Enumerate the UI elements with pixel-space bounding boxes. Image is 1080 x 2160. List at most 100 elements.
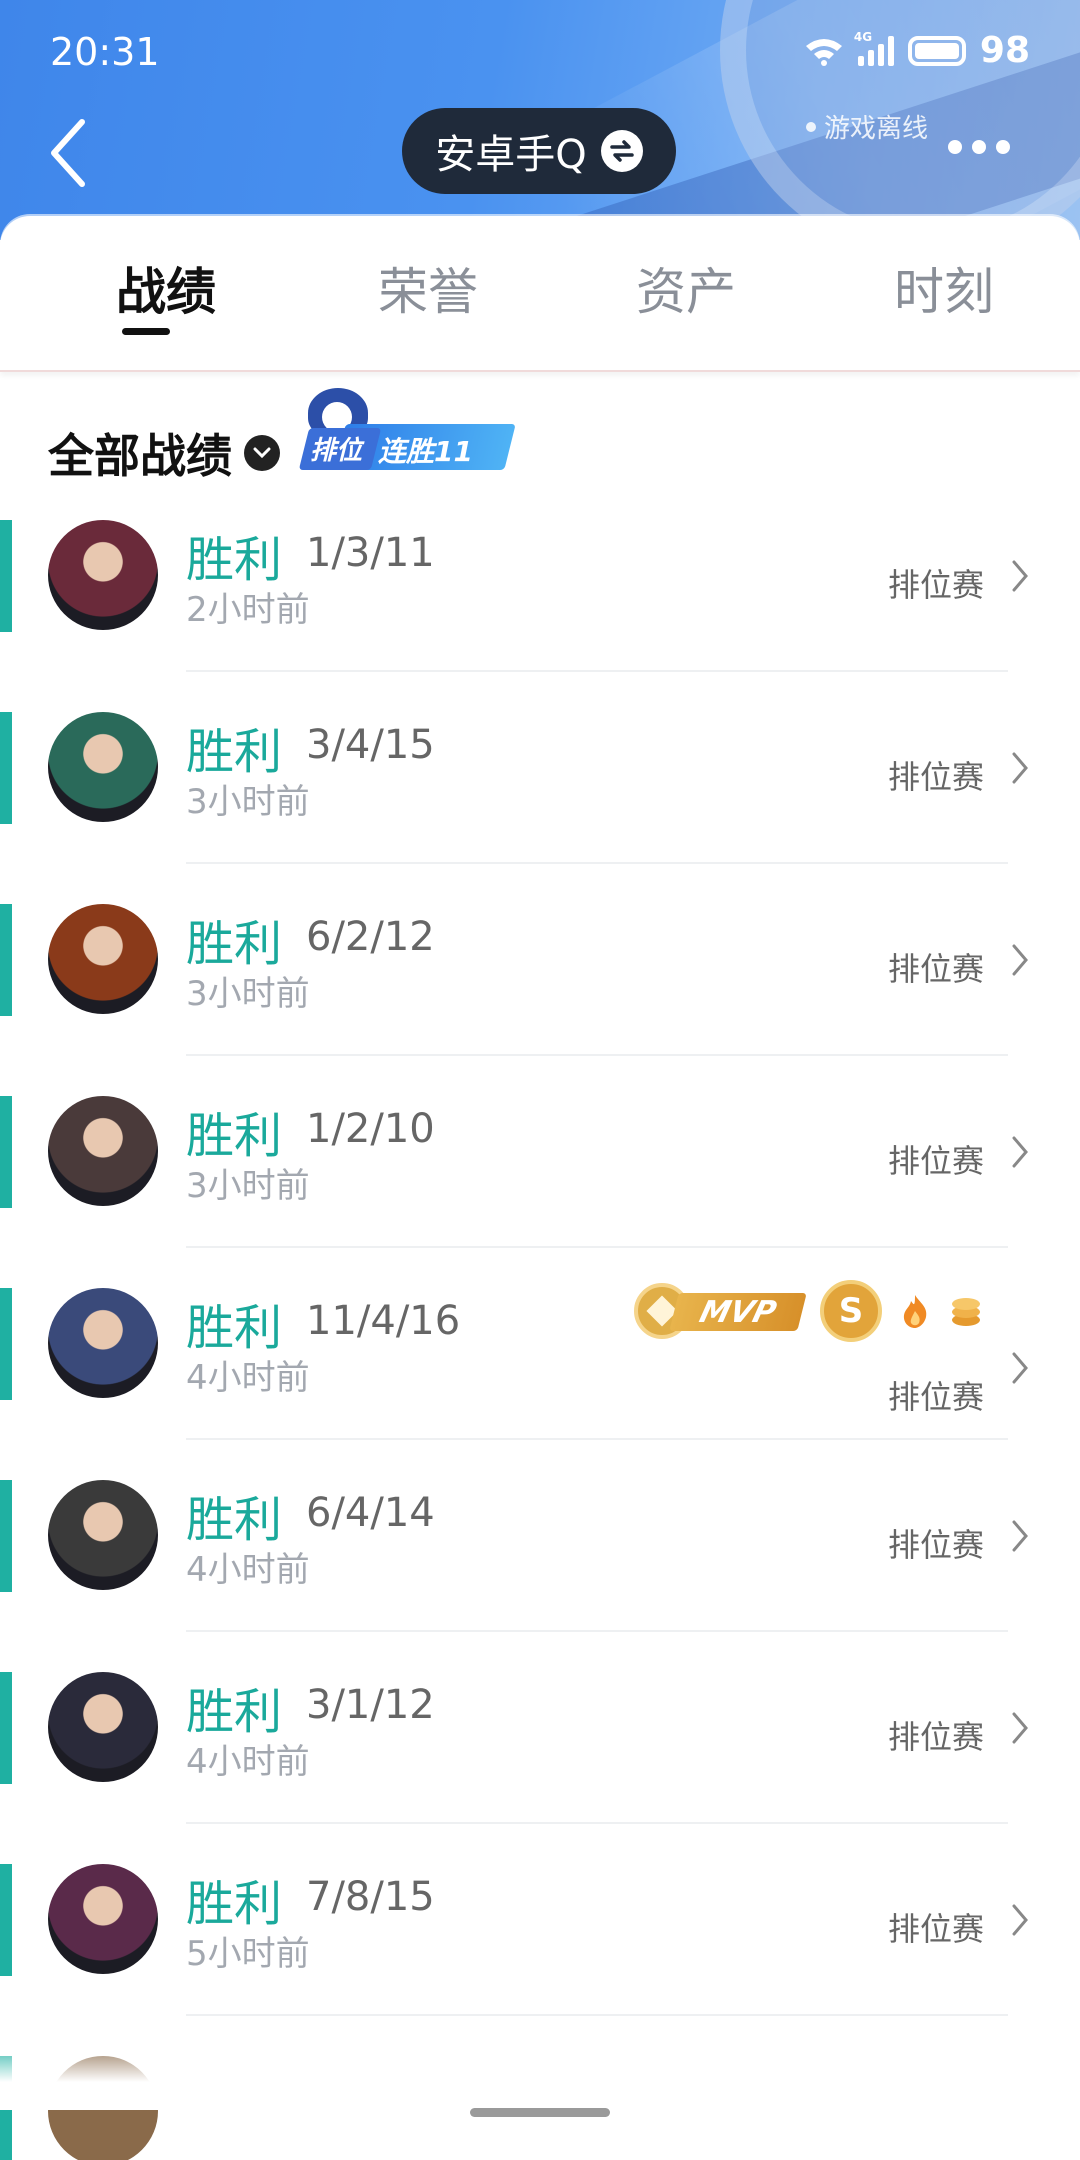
match-row[interactable]: 胜利 11/4/16 4小时前 MVP S 排位赛 xyxy=(0,1280,1080,1472)
game-status: 游戏离线 xyxy=(806,108,928,145)
chevron-right-icon xyxy=(1012,752,1028,784)
chevron-right-icon xyxy=(1012,944,1028,976)
flame-icon xyxy=(903,1295,927,1328)
match-kda: 1/3/11 xyxy=(306,530,435,576)
status-time: 20:31 xyxy=(50,30,160,74)
mvp-badge: MVP xyxy=(634,1283,807,1339)
chevron-right-icon xyxy=(1012,1352,1028,1384)
match-result: 胜利 xyxy=(186,1684,283,1740)
match-kda: 6/2/12 xyxy=(306,914,435,960)
dot-icon xyxy=(996,140,1010,154)
match-time-ago: 3小时前 xyxy=(186,974,310,1014)
match-row[interactable]: 胜利 6/2/12 3小时前 排位赛 xyxy=(0,896,1080,1088)
streak-ranked-label: 排位 xyxy=(310,436,363,466)
match-row[interactable]: 胜利 3/1/12 4小时前 排位赛 xyxy=(0,1664,1080,1856)
match-mode: 排位赛 xyxy=(887,566,984,604)
section-title: 全部战绩 xyxy=(48,429,232,483)
win-streak-badge: 排位 连胜11 xyxy=(298,384,516,470)
match-row[interactable]: 胜利 1/2/10 3小时前 排位赛 xyxy=(0,1088,1080,1280)
chevron-right-icon xyxy=(1012,1136,1028,1168)
match-time-ago: 4小时前 xyxy=(186,1358,310,1398)
win-indicator-bar xyxy=(0,1672,12,1784)
list-fade xyxy=(0,2040,1080,2110)
win-indicator-bar xyxy=(0,1096,12,1208)
match-row[interactable]: 胜利 7/8/15 5小时前 排位赛 xyxy=(0,1856,1080,2048)
tab-records[interactable]: 战绩 xyxy=(116,252,216,324)
status-bar: 20:31 4G 98 xyxy=(0,0,1080,108)
active-tab-indicator xyxy=(122,328,170,335)
win-indicator-bar xyxy=(0,1288,12,1400)
match-result: 胜利 xyxy=(186,916,283,972)
hero-avatar xyxy=(48,1096,158,1206)
hero-avatar xyxy=(48,904,158,1014)
match-kda: 7/8/15 xyxy=(306,1874,435,1920)
account-switcher-button[interactable]: 安卓手Q xyxy=(402,108,676,194)
match-badges: MVP S xyxy=(634,1280,984,1342)
divider xyxy=(186,1054,1008,1056)
more-options-button[interactable] xyxy=(948,140,1010,154)
win-indicator-bar xyxy=(0,520,12,632)
match-result: 胜利 xyxy=(186,1876,283,1932)
divider xyxy=(186,670,1008,672)
match-mode: 排位赛 xyxy=(887,1378,984,1416)
tab-bar: 战绩 荣誉 资产 时刻 xyxy=(0,216,1080,372)
divider xyxy=(186,862,1008,864)
match-row[interactable]: 胜利 6/4/14 4小时前 排位赛 xyxy=(0,1472,1080,1664)
chevron-down-icon xyxy=(244,435,280,471)
divider xyxy=(186,2014,1008,2016)
match-time-ago: 4小时前 xyxy=(186,1550,310,1590)
streak-count-label: 连胜11 xyxy=(378,435,473,468)
divider xyxy=(186,1630,1008,1632)
records-filter-dropdown[interactable]: 全部战绩 xyxy=(48,420,280,486)
match-mode: 排位赛 xyxy=(887,1142,984,1180)
match-time-ago: 3小时前 xyxy=(186,1166,310,1206)
status-icons: 4G 98 xyxy=(804,30,1030,71)
match-list: 胜利 1/3/11 2小时前 排位赛 胜利 3/4/15 3小时前 排位赛 胜利… xyxy=(0,512,1080,2160)
mvp-label: MVP xyxy=(669,1293,807,1331)
match-kda: 3/1/12 xyxy=(306,1682,435,1728)
match-kda: 3/4/15 xyxy=(306,722,435,768)
network-type: 4G xyxy=(853,29,873,44)
match-result: 胜利 xyxy=(186,1492,283,1548)
win-indicator-bar xyxy=(0,1480,12,1592)
hero-avatar xyxy=(48,1288,158,1398)
match-row[interactable]: 胜利 3/4/15 3小时前 排位赛 xyxy=(0,704,1080,896)
wifi-icon xyxy=(805,38,842,66)
match-result: 胜利 xyxy=(186,1300,283,1356)
tab-honor[interactable]: 荣誉 xyxy=(378,252,478,324)
status-dot-icon xyxy=(806,121,816,132)
swap-icon xyxy=(600,130,643,172)
s-rating-badge: S xyxy=(820,1280,882,1342)
hero-avatar xyxy=(48,1864,158,1974)
account-name: 安卓手Q xyxy=(435,132,587,178)
battery-icon xyxy=(907,35,966,66)
tab-assets[interactable]: 资产 xyxy=(636,252,736,324)
page: { "status_bar": {"time": "20:31", "batte… xyxy=(0,0,1080,2160)
offline-label: 游戏离线 xyxy=(824,114,929,144)
win-indicator-bar xyxy=(0,712,12,824)
chevron-right-icon xyxy=(1012,1904,1028,1936)
divider xyxy=(186,1822,1008,1824)
match-kda: 6/4/14 xyxy=(306,1490,435,1536)
match-mode: 排位赛 xyxy=(887,758,984,796)
match-kda: 11/4/16 xyxy=(306,1298,461,1344)
dot-icon xyxy=(948,140,962,154)
divider xyxy=(186,1438,1008,1440)
match-time-ago: 5小时前 xyxy=(186,1934,310,1974)
chevron-right-icon xyxy=(1012,1520,1028,1552)
match-time-ago: 3小时前 xyxy=(186,782,310,822)
tab-moments[interactable]: 时刻 xyxy=(894,252,994,324)
home-indicator[interactable] xyxy=(470,2108,610,2117)
match-row[interactable]: 胜利 1/3/11 2小时前 排位赛 xyxy=(0,512,1080,704)
match-time-ago: 2小时前 xyxy=(186,590,310,630)
win-indicator-bar xyxy=(0,904,12,1016)
match-result: 胜利 xyxy=(186,724,283,780)
hero-avatar xyxy=(48,520,158,630)
hero-avatar xyxy=(48,1672,158,1782)
battery-level: 98 xyxy=(979,30,1030,71)
match-result: 胜利 xyxy=(186,1108,283,1164)
back-arrow-icon[interactable] xyxy=(48,118,88,188)
dot-icon xyxy=(972,140,986,154)
match-result: 胜利 xyxy=(186,532,283,588)
hero-avatar xyxy=(48,712,158,822)
